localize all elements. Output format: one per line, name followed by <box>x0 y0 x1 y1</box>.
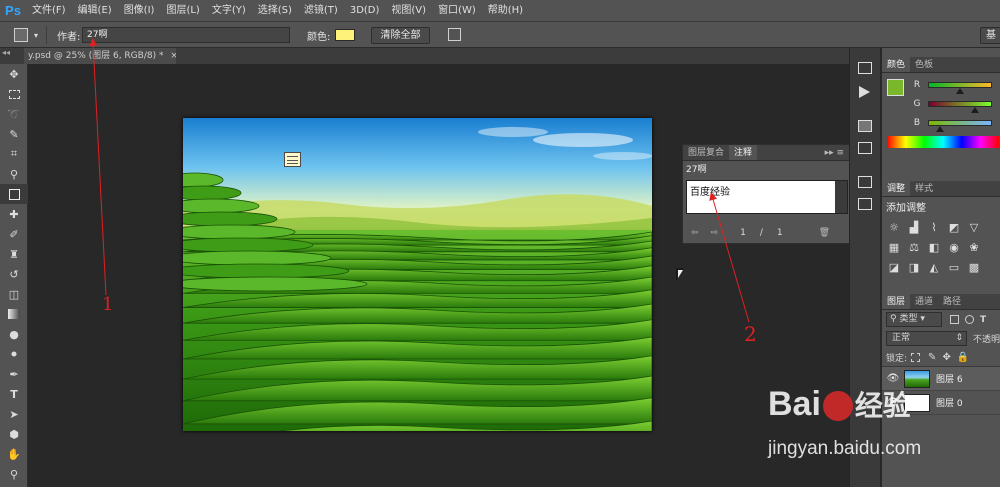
paw-icon <box>822 391 853 422</box>
baidu-jingyan-watermark: Bai 经验 jingyan.baidu.com <box>768 380 1000 480</box>
watermark-jingyan: 经验 <box>854 390 911 421</box>
annotation-arrow-1 <box>89 38 107 296</box>
watermark-url: jingyan.baidu.com <box>768 438 922 459</box>
watermark-brand: Bai <box>768 385 821 423</box>
annotation-label-2: 2 <box>744 322 757 346</box>
annotation-arrow-2 <box>709 192 750 323</box>
annotation-label-1: 1 <box>102 294 114 315</box>
